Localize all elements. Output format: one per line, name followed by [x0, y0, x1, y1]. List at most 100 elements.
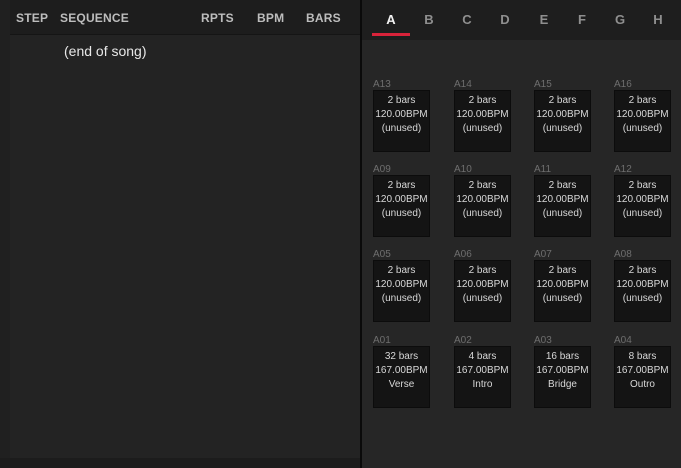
sequence-id-label: A08 — [614, 249, 632, 260]
pad-bars: 2 bars — [548, 180, 577, 191]
tab-bank-f[interactable]: F — [570, 12, 594, 27]
sequence-pad[interactable]: 2 bars 120.00BPM (unused) — [614, 260, 671, 322]
pad-bpm: 167.00BPM — [456, 365, 509, 376]
sequence-id-label: A11 — [534, 164, 552, 175]
sequence-id-label: A06 — [454, 249, 472, 260]
pad-bpm: 120.00BPM — [616, 194, 669, 205]
active-tab-indicator — [372, 33, 410, 36]
pad-name: (unused) — [381, 293, 422, 304]
sequence-pad[interactable]: 2 bars 120.00BPM (unused) — [454, 90, 511, 152]
tab-bank-b[interactable]: B — [417, 12, 441, 27]
tab-bank-c[interactable]: C — [455, 12, 479, 27]
pad-bars: 32 bars — [384, 351, 419, 362]
song-list-header: STEP SEQUENCE RPTS BPM BARS — [10, 0, 360, 35]
sequence-id-label: A07 — [534, 249, 552, 260]
song-panel-footer — [0, 458, 360, 468]
pad-name: (unused) — [381, 208, 422, 219]
pad-bpm: 167.00BPM — [616, 365, 669, 376]
pad-bpm: 120.00BPM — [536, 194, 589, 205]
pad-bpm: 120.00BPM — [536, 109, 589, 120]
pad-name: Verse — [388, 379, 415, 390]
pad-name: Bridge — [548, 379, 577, 390]
pad-name: (unused) — [381, 123, 422, 134]
pad-name: Intro — [472, 379, 493, 390]
sequence-id-label: A05 — [373, 249, 391, 260]
sequence-id-label: A01 — [373, 335, 391, 346]
sequence-pad[interactable]: 2 bars 120.00BPM (unused) — [373, 90, 430, 152]
column-step[interactable]: STEP — [16, 11, 48, 25]
pad-bpm: 167.00BPM — [375, 365, 428, 376]
pad-bars: 2 bars — [628, 180, 657, 191]
sequence-pad[interactable]: 4 bars 167.00BPM Intro — [454, 346, 511, 408]
sequence-id-label: A02 — [454, 335, 472, 346]
pad-bars: 2 bars — [548, 265, 577, 276]
pad-bars: 8 bars — [628, 351, 657, 362]
sequence-id-label: A03 — [534, 335, 552, 346]
sequence-pad[interactable]: 2 bars 120.00BPM (unused) — [534, 90, 591, 152]
sequence-id-label: A13 — [373, 79, 391, 90]
pad-name: (unused) — [542, 208, 583, 219]
sequence-pad[interactable]: 2 bars 120.00BPM (unused) — [454, 175, 511, 237]
tab-bank-d[interactable]: D — [493, 12, 517, 27]
sequence-id-label: A16 — [614, 79, 632, 90]
pad-name: (unused) — [622, 208, 663, 219]
pad-bars: 16 bars — [545, 351, 580, 362]
pad-bpm: 167.00BPM — [536, 365, 589, 376]
song-panel: STEP SEQUENCE RPTS BPM BARS (end of song… — [10, 0, 360, 458]
sequence-pad[interactable]: 2 bars 120.00BPM (unused) — [614, 175, 671, 237]
tab-bank-h[interactable]: H — [646, 12, 670, 27]
sequence-pad[interactable]: 2 bars 120.00BPM (unused) — [373, 260, 430, 322]
pad-bars: 2 bars — [628, 265, 657, 276]
column-bars[interactable]: BARS — [306, 11, 341, 25]
song-step-row[interactable]: (end of song) — [10, 36, 360, 64]
tab-bank-a[interactable]: A — [379, 12, 403, 27]
sequence-pad[interactable]: 2 bars 120.00BPM (unused) — [534, 175, 591, 237]
song-step-sequence: (end of song) — [64, 43, 147, 59]
pad-name: (unused) — [542, 123, 583, 134]
pad-bpm: 120.00BPM — [616, 109, 669, 120]
column-bpm[interactable]: BPM — [257, 11, 284, 25]
bank-tabs: A B C D E F G H — [362, 0, 681, 40]
pad-bars: 2 bars — [468, 180, 497, 191]
pad-bpm: 120.00BPM — [456, 109, 509, 120]
sequence-pad[interactable]: 16 bars 167.00BPM Bridge — [534, 346, 591, 408]
pad-name: (unused) — [622, 293, 663, 304]
sequence-bank-panel: A B C D E F G H A13 2 bars 120.00BPM (un… — [362, 0, 681, 468]
tab-bank-g[interactable]: G — [608, 12, 632, 27]
sequence-id-label: A04 — [614, 335, 632, 346]
pad-name: Outro — [629, 379, 655, 390]
pad-bars: 2 bars — [468, 95, 497, 106]
pad-name: (unused) — [622, 123, 663, 134]
pad-bars: 2 bars — [387, 95, 416, 106]
sequence-id-label: A09 — [373, 164, 391, 175]
sequence-pad[interactable]: 8 bars 167.00BPM Outro — [614, 346, 671, 408]
sequence-id-label: A10 — [454, 164, 472, 175]
pad-bpm: 120.00BPM — [456, 194, 509, 205]
sequence-id-label: A14 — [454, 79, 472, 90]
tab-bank-e[interactable]: E — [532, 12, 556, 27]
sequence-pad[interactable]: 2 bars 120.00BPM (unused) — [614, 90, 671, 152]
pad-bars: 2 bars — [387, 180, 416, 191]
pad-bars: 2 bars — [468, 265, 497, 276]
sequence-pad[interactable]: 2 bars 120.00BPM (unused) — [454, 260, 511, 322]
pad-bars: 2 bars — [548, 95, 577, 106]
sequence-pad[interactable]: 2 bars 120.00BPM (unused) — [373, 175, 430, 237]
sequence-id-label: A12 — [614, 164, 632, 175]
sequence-pad[interactable]: 32 bars 167.00BPM Verse — [373, 346, 430, 408]
pad-name: (unused) — [462, 208, 503, 219]
pad-bars: 4 bars — [468, 351, 497, 362]
pad-name: (unused) — [542, 293, 583, 304]
pad-name: (unused) — [462, 293, 503, 304]
pad-bpm: 120.00BPM — [375, 109, 428, 120]
sequence-pad[interactable]: 2 bars 120.00BPM (unused) — [534, 260, 591, 322]
pad-bars: 2 bars — [387, 265, 416, 276]
pad-bpm: 120.00BPM — [456, 279, 509, 290]
pad-bars: 2 bars — [628, 95, 657, 106]
pad-bpm: 120.00BPM — [375, 279, 428, 290]
column-sequence[interactable]: SEQUENCE — [60, 11, 129, 25]
pad-bpm: 120.00BPM — [536, 279, 589, 290]
pad-name: (unused) — [462, 123, 503, 134]
column-rpts[interactable]: RPTS — [201, 11, 234, 25]
pad-bpm: 120.00BPM — [375, 194, 428, 205]
pad-bpm: 120.00BPM — [616, 279, 669, 290]
